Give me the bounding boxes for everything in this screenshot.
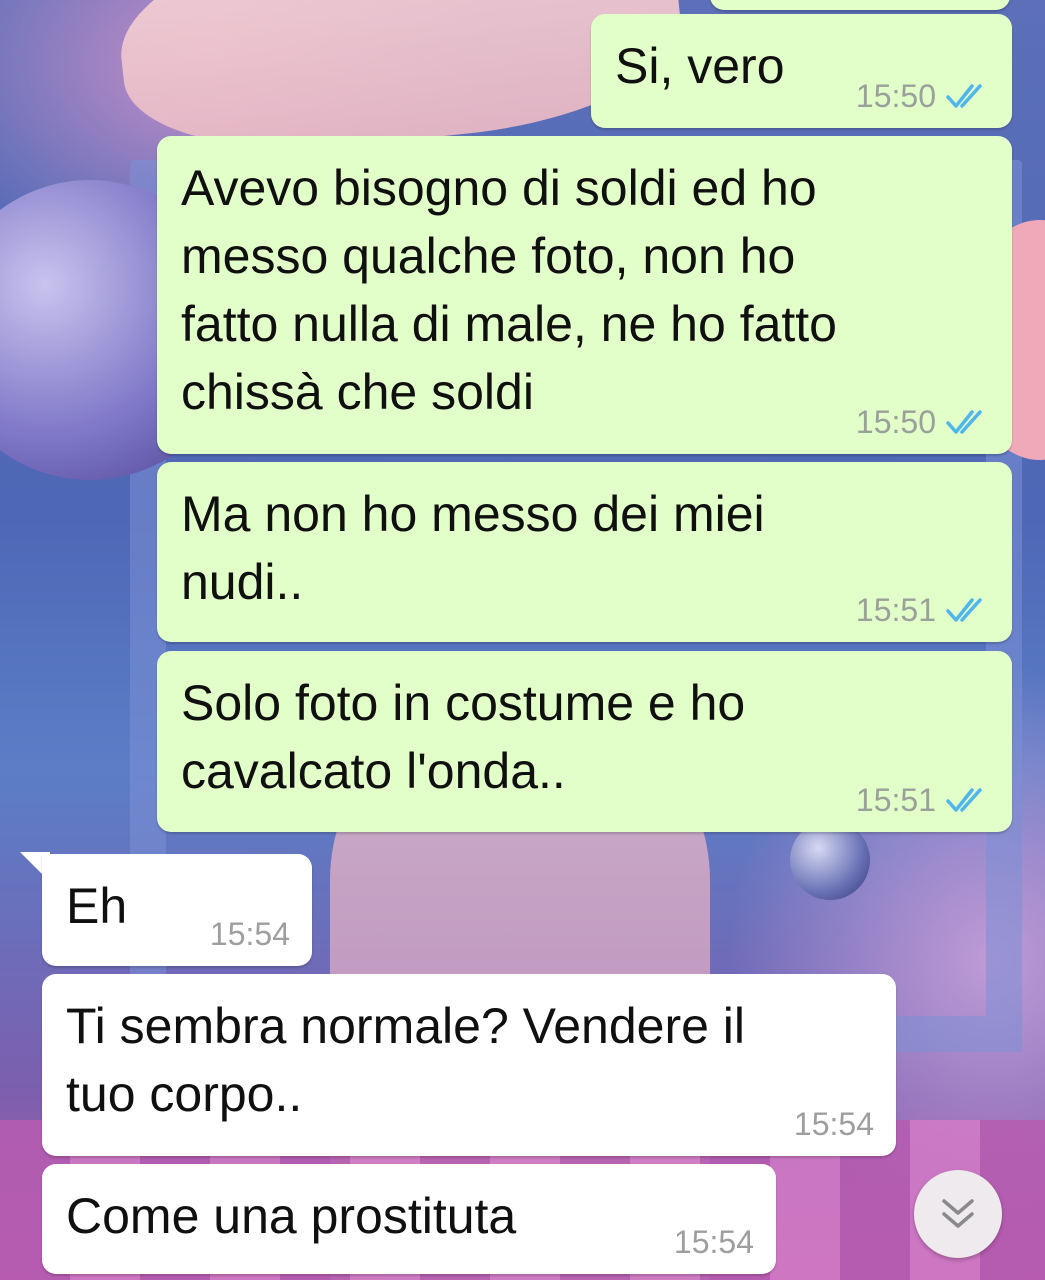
outgoing-message-bubble[interactable]: Solo foto in costume e ho cavalcato l'on… — [157, 651, 1012, 832]
message-time: 15:54 — [673, 1224, 754, 1260]
message-meta: 15:50 — [856, 78, 990, 114]
outgoing-message-bubble[interactable]: Si, vero 15:50 — [591, 14, 1012, 128]
incoming-message-bubble[interactable]: Ti sembra normale? Vendere il tuo corpo.… — [42, 974, 896, 1156]
message-time: 15:51 — [855, 592, 936, 628]
message-time: 15:50 — [855, 404, 936, 440]
message-meta: 15:54 — [794, 1106, 874, 1142]
outgoing-message-bubble[interactable]: Avevo bisogno di soldi ed ho messo qualc… — [157, 136, 1012, 454]
message-text: Come una prostituta — [66, 1188, 517, 1244]
double-check-icon — [946, 84, 982, 108]
incoming-message-bubble[interactable]: Eh 15:54 — [42, 854, 312, 966]
message-text: Eh — [66, 878, 128, 934]
message-time: 15:54 — [793, 1106, 874, 1142]
message-time: 15:51 — [855, 782, 936, 818]
message-time: 15:54 — [209, 916, 290, 952]
chevron-double-down-icon — [942, 1199, 974, 1228]
double-check-icon — [946, 598, 982, 622]
scroll-to-bottom-button[interactable] — [914, 1170, 1002, 1258]
incoming-message-bubble[interactable]: Come una prostituta 15:54 — [42, 1164, 776, 1274]
previous-message-bubble-edge[interactable] — [710, 0, 1010, 10]
message-meta: 15:54 — [674, 1224, 754, 1260]
wallpaper-ball-shape — [790, 820, 870, 900]
message-text: Avevo bisogno di soldi ed ho messo qualc… — [181, 160, 837, 420]
message-time: 15:50 — [855, 78, 936, 114]
message-meta: 15:54 — [210, 916, 290, 952]
message-text: Ti sembra normale? Vendere il tuo corpo.… — [66, 998, 746, 1122]
message-meta: 15:50 — [856, 404, 990, 440]
double-check-icon — [946, 788, 982, 812]
message-meta: 15:51 — [856, 592, 990, 628]
message-text: Solo foto in costume e ho cavalcato l'on… — [181, 675, 746, 799]
double-check-icon — [946, 410, 982, 434]
message-text: Ma non ho messo dei miei nudi.. — [181, 486, 765, 610]
message-text: Si, vero — [615, 38, 785, 94]
message-meta: 15:51 — [856, 782, 990, 818]
outgoing-message-bubble[interactable]: Ma non ho messo dei miei nudi.. 15:51 — [157, 462, 1012, 642]
